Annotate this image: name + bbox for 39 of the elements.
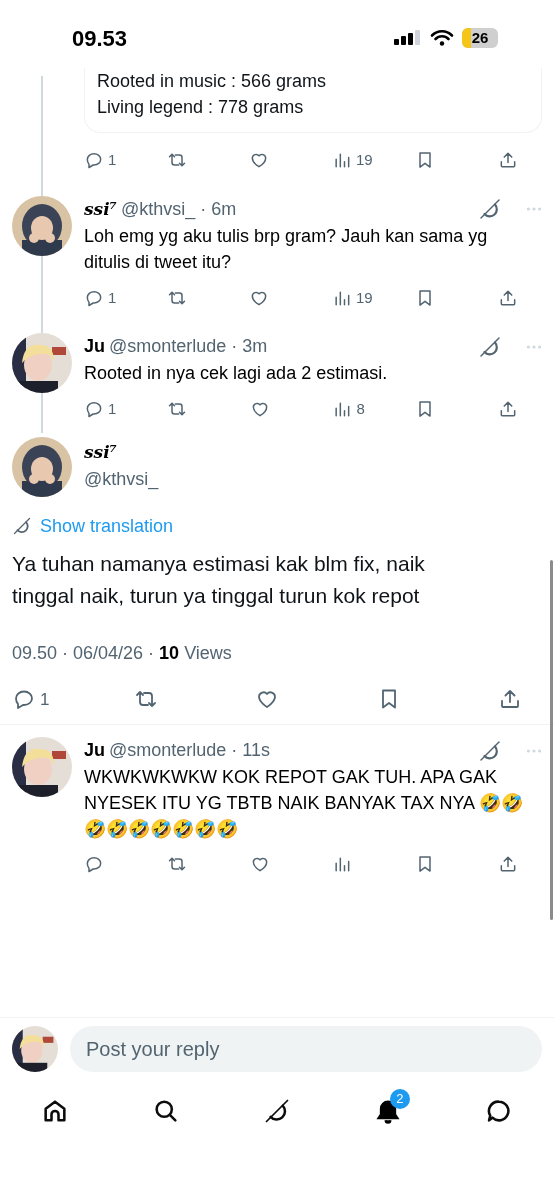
speech-bubble-icon [84, 150, 104, 171]
speech-bubble-icon [84, 399, 104, 420]
reply-text: Rooted in nya cek lagi ada 2 estimasi. [84, 362, 389, 385]
reply-text: WKWKWKWKW KOK REPOT GAK TUH. APA GAK NYESEK ITU YG TBTB NAIK BANYAK TAX NYA 🤣🤣🤣🤣🤣🤣🤣🤣🤣 [84, 766, 525, 841]
quoted-text-line: Living legend : 778 grams [97, 96, 305, 119]
reply-button[interactable]: 1 [12, 686, 52, 712]
grok-icon [478, 197, 502, 221]
share-icon [498, 854, 518, 874]
display-name: ssi⁷ [84, 197, 118, 221]
reply-field[interactable]: Post your reply [70, 1026, 542, 1072]
grok-icon [263, 1097, 291, 1125]
views-button[interactable]: 19 [331, 286, 373, 309]
views-button[interactable]: 19 [331, 149, 373, 172]
quoted-card[interactable]: Rooted in music : 566 grams Living legend : 778 grams [84, 68, 542, 133]
handle-and-time: @kthvsi_ · 6m [121, 197, 237, 222]
notification-badge: 2 [389, 1089, 410, 1109]
display-name: Ju [84, 739, 105, 762]
reply-text: Loh emg yg aku tulis brp gram? Jauh kan sama yg ditulis di tweet itu? [84, 224, 489, 274]
post-text: Ya tuhan namanya estimasi kak blm fix, naik tinggal naik, turun ya tinggal turun kok repot [12, 550, 426, 609]
reply-button[interactable]: 1 [84, 398, 124, 421]
display-name: ssi⁷ [84, 441, 119, 465]
views-button[interactable]: 8 [332, 398, 373, 421]
wifi-icon [430, 29, 454, 47]
speech-bubble-icon [84, 854, 104, 874]
status-time: 09.53 [72, 24, 128, 53]
display-name: Ju [84, 335, 105, 358]
reply-button[interactable]: 1 [84, 149, 124, 172]
handle: @kthvsi_ [84, 467, 159, 492]
grok-icon [478, 334, 502, 359]
grok-icon [478, 738, 502, 763]
battery-indicator: 26 [462, 28, 498, 48]
quoted-text-line: Rooted in music : 566 grams [97, 70, 328, 93]
signal-icon [394, 29, 422, 47]
show-translation-link[interactable]: Show translation [12, 512, 542, 540]
handle-and-time: @smonterlude · 3m [109, 335, 268, 358]
post-meta: 09.50 · 06/04/26 · 10 Views [12, 641, 233, 665]
reply-button[interactable]: 1 [84, 286, 124, 309]
handle-and-time: @smonterlude · 11s [109, 739, 271, 762]
grok-icon [12, 516, 32, 536]
